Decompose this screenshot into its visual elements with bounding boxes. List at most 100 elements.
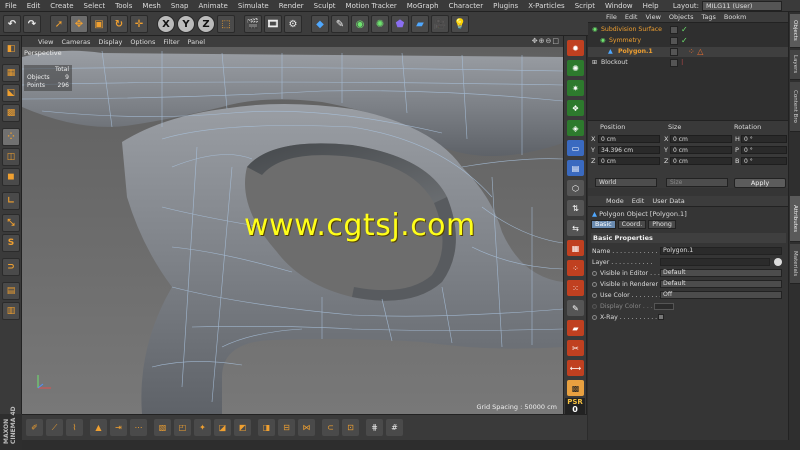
redo-icon[interactable]: ↷ — [23, 15, 41, 33]
menu-motion-tracker[interactable]: Motion Tracker — [341, 0, 402, 12]
live-selection-icon[interactable]: ➚ — [50, 15, 68, 33]
menu-mograph[interactable]: MoGraph — [402, 0, 444, 12]
menu-window[interactable]: Window — [600, 0, 638, 12]
viewport-navigation-icons[interactable]: ✥⊕⊖□ — [532, 37, 560, 45]
fire-icon[interactable]: ✹ — [567, 40, 584, 56]
menu-character[interactable]: Character — [444, 0, 489, 12]
model-mode-icon[interactable]: ▦ — [2, 64, 20, 82]
rotation-p-field[interactable]: 0 ° — [741, 146, 787, 154]
magnet-icon[interactable]: ⊂ — [322, 419, 339, 436]
menu-animate[interactable]: Animate — [193, 0, 232, 12]
cloner-icon[interactable]: ✺ — [567, 60, 584, 76]
position-z-field[interactable]: 0 cm — [598, 157, 660, 165]
layer-picker-icon[interactable] — [774, 258, 782, 266]
menu-x-particles[interactable]: X-Particles — [523, 0, 569, 12]
edges-mode-icon[interactable]: ◫ — [2, 148, 20, 166]
grid-align-icon[interactable]: ⋕ — [366, 419, 383, 436]
knife-tool-icon[interactable]: ⟋ — [46, 419, 63, 436]
menu-file[interactable]: File — [0, 0, 22, 12]
effector-icon[interactable]: ◈ — [567, 120, 584, 136]
locked-workplane-icon[interactable]: ▥ — [2, 302, 20, 320]
camera-view-icon[interactable]: ▭ — [567, 140, 584, 156]
render-view-icon[interactable]: 🎬 — [244, 15, 262, 33]
rotation-h-field[interactable]: 0 ° — [741, 135, 787, 143]
objects-menu-view[interactable]: View — [641, 13, 664, 21]
symmetry-icon[interactable]: ⟷ — [567, 360, 584, 376]
object-row[interactable]: ◉ Symmetry ✓ — [588, 36, 788, 46]
undo-icon[interactable]: ↶ — [3, 15, 21, 33]
animate-radio-icon[interactable] — [592, 271, 597, 276]
slice-icon[interactable]: ✂ — [567, 340, 584, 356]
film-icon[interactable]: ▤ — [567, 160, 584, 176]
snap-icon[interactable]: ⊃ — [2, 258, 20, 276]
rotation-b-field[interactable]: 0 ° — [741, 157, 787, 165]
render-picture-viewer-icon[interactable]: 🎞 — [264, 15, 282, 33]
polygons-mode-icon[interactable]: ◼ — [2, 168, 20, 186]
matrix-icon[interactable]: ❖ — [567, 100, 584, 116]
slide-icon[interactable]: ⊟ — [278, 419, 295, 436]
coordinate-space-select[interactable]: World — [595, 178, 657, 187]
visible-in-editor-select[interactable]: Default — [660, 269, 782, 277]
workplane-icon[interactable]: ▩ — [2, 104, 20, 122]
objects-menu-tags[interactable]: Tags — [697, 13, 719, 21]
texture-mode-icon[interactable]: ⬕ — [2, 84, 20, 102]
objects-menu-edit[interactable]: Edit — [621, 13, 642, 21]
tab-basic[interactable]: Basic — [591, 220, 616, 229]
visibility-dots[interactable] — [670, 48, 678, 56]
z-axis-lock-icon[interactable]: Z — [197, 15, 215, 33]
workplane-grid-icon[interactable]: ▤ — [2, 282, 20, 300]
axis-mode-icon[interactable]: ∟ — [2, 192, 20, 210]
menu-snap[interactable]: Snap — [166, 0, 194, 12]
recent-tools-icon[interactable]: ✛ — [130, 15, 148, 33]
tweak-mode-icon[interactable]: ⤡ — [2, 214, 20, 232]
menu-help[interactable]: Help — [638, 0, 664, 12]
visibility-dots[interactable] — [670, 26, 678, 34]
tab-layers[interactable]: Layers — [790, 50, 800, 80]
apply-button[interactable]: Apply — [734, 178, 786, 188]
clapper-icon[interactable]: ▦ — [567, 240, 584, 256]
attr-name-input[interactable]: Polygon.1 — [660, 247, 782, 255]
x-axis-lock-icon[interactable]: X — [157, 15, 175, 33]
visibility-dots[interactable] — [670, 59, 678, 67]
coordinate-system-icon[interactable]: ⬚ — [217, 15, 235, 33]
tab-materials[interactable]: Materials — [790, 244, 800, 284]
dissolve-icon[interactable]: ◪ — [214, 419, 231, 436]
menu-edit[interactable]: Edit — [22, 0, 46, 12]
objects-menu-objects[interactable]: Objects — [665, 13, 698, 21]
tab-content-browser[interactable]: Content Bro — [790, 82, 800, 132]
tag-icons[interactable]: ⁘ △ — [688, 47, 703, 57]
enabled-check-icon[interactable]: ✓ — [681, 25, 688, 35]
disabled-x-icon[interactable]: ⁝ — [681, 58, 684, 68]
visible-in-renderer-select[interactable]: Default — [660, 280, 782, 288]
menu-sculpt[interactable]: Sculpt — [309, 0, 341, 12]
viewport-menu-panel[interactable]: Panel — [184, 38, 210, 46]
position-y-field[interactable]: 34.396 cm — [598, 146, 660, 154]
hash-icon[interactable]: # — [386, 419, 403, 436]
menu-render[interactable]: Render — [274, 0, 309, 12]
size-x-field[interactable]: 0 cm — [670, 135, 732, 143]
viewport-menu-cameras[interactable]: Cameras — [57, 38, 94, 46]
size-z-field[interactable]: 0 cm — [670, 157, 732, 165]
size-y-field[interactable]: 0 cm — [670, 146, 732, 154]
solo-icon[interactable]: S — [2, 234, 20, 252]
attributes-menu-user-data[interactable]: User Data — [648, 197, 688, 205]
points-mode-icon[interactable]: ⁘ — [2, 128, 20, 146]
y-axis-lock-icon[interactable]: Y — [177, 15, 195, 33]
stitch-icon[interactable]: ⋈ — [298, 419, 315, 436]
grid-dots-icon[interactable]: ⁙ — [567, 280, 584, 296]
camera-icon[interactable]: 🎥 — [431, 15, 449, 33]
viewport[interactable]: View Cameras Display Options Filter Pane… — [22, 36, 563, 414]
menu-plugins[interactable]: Plugins — [488, 0, 523, 12]
bevel-icon[interactable]: ▧ — [154, 419, 171, 436]
floor-icon[interactable]: ▰ — [411, 15, 429, 33]
object-row[interactable]: ⊞ Blockout ⁝ — [588, 58, 788, 68]
animate-radio-icon[interactable] — [592, 315, 597, 320]
tab-attributes[interactable]: Attributes — [790, 196, 800, 242]
menu-tools[interactable]: Tools — [110, 0, 137, 12]
animate-radio-icon[interactable] — [592, 293, 597, 298]
object-row[interactable]: ▲ Polygon.1 ⁘ △ — [588, 47, 788, 57]
cube-icon[interactable]: ◆ — [311, 15, 329, 33]
objects-menu-bookmarks[interactable]: Bookm — [720, 13, 751, 21]
menu-create[interactable]: Create — [45, 0, 78, 12]
loop-cut-icon[interactable]: ⋯ — [130, 419, 147, 436]
